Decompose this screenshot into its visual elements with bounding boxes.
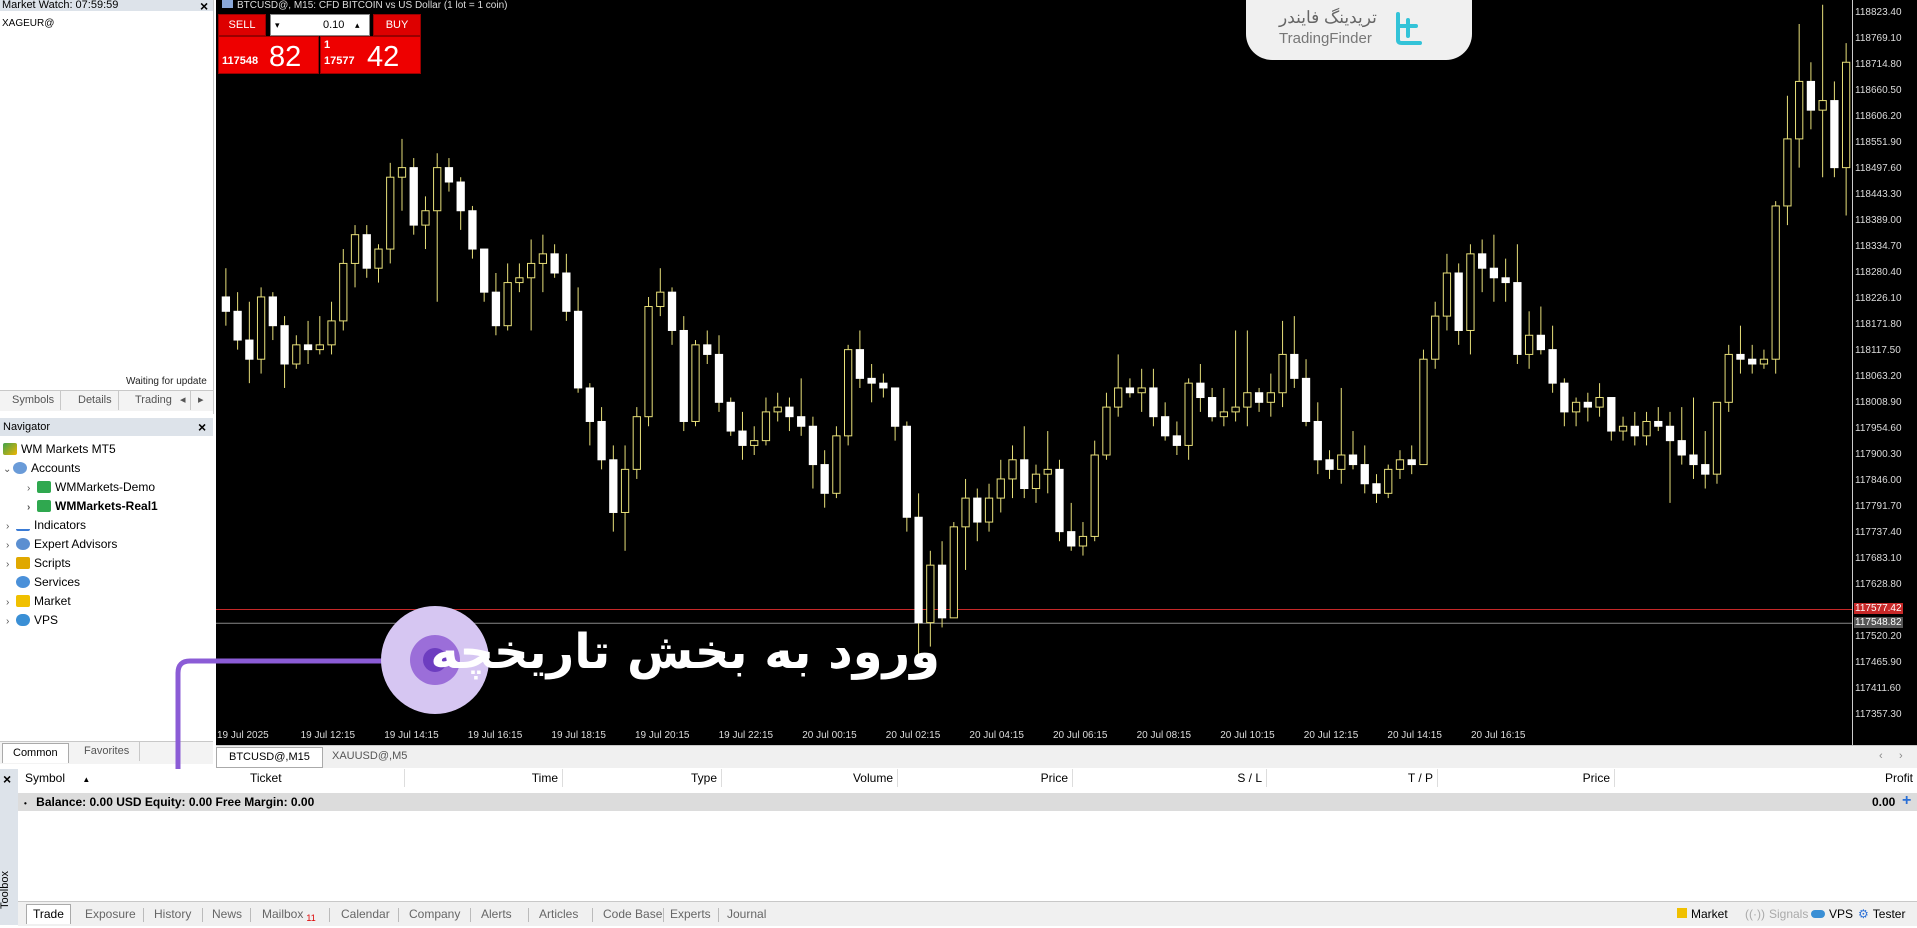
cloud-icon <box>1811 910 1825 918</box>
tab-trade[interactable]: Trade <box>26 904 71 924</box>
balance-text: Balance: 0.00 USD Equity: 0.00 Free Marg… <box>36 795 315 809</box>
col-type[interactable]: Type <box>563 769 722 787</box>
status-tester-label: Tester <box>1872 907 1906 921</box>
bag-icon <box>1677 908 1687 918</box>
status-signals-label: Signals <box>1768 907 1809 921</box>
row-marker-icon: • <box>24 799 27 808</box>
tab-company[interactable]: Company <box>409 905 460 924</box>
balance-row[interactable]: • Balance: 0.00 USD Equity: 0.00 Free Ma… <box>18 792 1917 811</box>
col-price-current[interactable]: Price <box>1438 769 1615 787</box>
col-price[interactable]: Price <box>898 769 1073 787</box>
col-ticket[interactable]: Ticket <box>250 769 405 787</box>
tab-history[interactable]: History <box>154 905 191 924</box>
toolbox-tabs: Trade Exposure History News Mailbox 11 Ca… <box>18 901 1917 926</box>
scroll-left-icon[interactable]: ‹ <box>1873 747 1889 766</box>
tab-journal[interactable]: Journal <box>727 905 766 924</box>
chart-tab-xauusd[interactable]: XAUUSD@,M5 <box>326 747 413 766</box>
profit-total: 0.00 <box>1872 795 1896 809</box>
chart-tab-btcusd[interactable]: BTCUSD@,M15 <box>216 747 323 768</box>
status-signals[interactable]: ((·)) Signals <box>1745 905 1808 924</box>
status-vps[interactable]: VPS <box>1811 905 1853 924</box>
tab-mailbox[interactable]: Mailbox 11 <box>262 905 316 924</box>
status-market[interactable]: Market <box>1677 905 1728 924</box>
mailbox-count: 11 <box>306 913 316 924</box>
annotation-text: ورود به بخش تاریخچه <box>430 624 940 680</box>
signal-icon: ((·)) <box>1745 907 1765 921</box>
status-market-label: Market <box>1691 907 1728 921</box>
tab-articles[interactable]: Articles <box>539 905 578 924</box>
tab-alerts[interactable]: Alerts <box>481 905 512 924</box>
scroll-right-icon[interactable]: › <box>1893 747 1909 766</box>
tester-icon: ⚙ <box>1858 907 1869 921</box>
toolbox-label: Toolbox <box>0 871 11 909</box>
col-time[interactable]: Time <box>405 769 563 787</box>
col-volume[interactable]: Volume <box>722 769 898 787</box>
col-tp[interactable]: T / P <box>1267 769 1438 787</box>
tab-exposure[interactable]: Exposure <box>85 905 136 924</box>
tab-code-base[interactable]: Code Base <box>603 905 662 924</box>
tab-mailbox-label: Mailbox <box>262 907 304 921</box>
tab-news[interactable]: News <box>212 905 242 924</box>
tab-experts[interactable]: Experts <box>670 905 711 924</box>
col-profit[interactable]: Profit <box>1615 769 1917 787</box>
status-tester[interactable]: ⚙ Tester <box>1858 905 1905 924</box>
status-vps-label: VPS <box>1829 907 1854 921</box>
toolbox-panel: Symbol ▲ Ticket Time Type Volume Price S… <box>18 769 1917 901</box>
tab-calendar[interactable]: Calendar <box>341 905 390 924</box>
col-sl[interactable]: S / L <box>1073 769 1267 787</box>
add-icon[interactable]: + <box>1902 792 1911 810</box>
close-icon[interactable]: × <box>3 772 11 786</box>
chart-tabs: BTCUSD@,M15 XAUUSD@,M5 ‹ › <box>216 745 1917 768</box>
